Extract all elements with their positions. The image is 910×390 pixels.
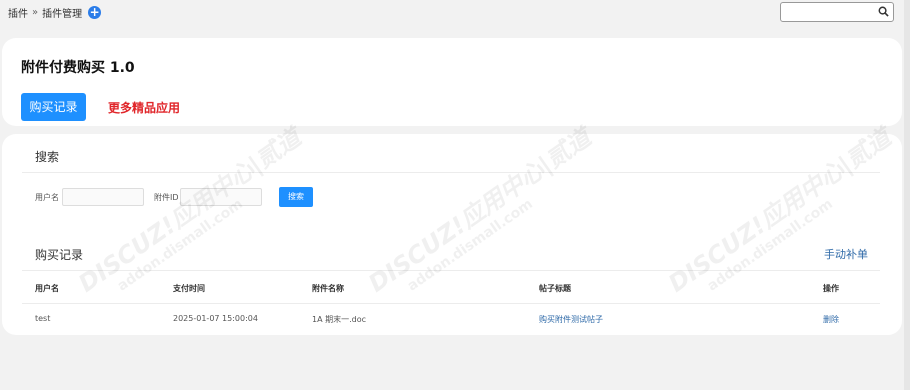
delete-link[interactable]: 删除 [823,314,839,325]
attachment-id-field[interactable] [180,188,262,206]
plugin-title: 附件付费购买 1.0 [21,60,135,76]
manual-add-link[interactable]: 手动补单 [824,246,868,262]
purchase-records-button[interactable]: 购买记录 [21,93,86,121]
more-apps-link[interactable]: 更多精品应用 [108,99,180,116]
cell-attachment-name: 1A 期末一.doc [312,315,367,324]
username-label: 用户名 [35,193,59,202]
column-header-username: 用户名 [35,284,59,293]
column-header-attachment-name: 附件名称 [312,284,344,293]
attachment-id-label: 附件ID [154,193,179,202]
column-header-action: 操作 [823,284,839,293]
cell-thread-title-link[interactable]: 购买附件测试帖子 [539,314,603,325]
top-bar: 插件 » 插件管理 + [0,0,910,26]
search-section-title: 搜索 [35,150,60,164]
search-icon[interactable] [878,6,889,17]
breadcrumb: 插件 » 插件管理 + [8,5,102,20]
search-button[interactable]: 搜索 [279,187,313,207]
username-field[interactable] [62,188,144,206]
divider [22,303,880,304]
breadcrumb-plugin-management[interactable]: 插件管理 [42,5,82,20]
breadcrumb-plugins[interactable]: 插件 [8,5,28,20]
plus-circle-icon[interactable]: + [88,6,102,19]
scrollbar[interactable] [904,0,910,390]
search-box[interactable] [780,2,894,22]
cell-username: test [35,314,51,323]
divider [22,270,880,271]
column-header-thread-title: 帖子标题 [539,284,571,293]
breadcrumb-separator: » [32,7,39,18]
plugin-header-card: 附件付费购买 1.0 购买记录 更多精品应用 [2,38,902,126]
records-section-title: 购买记录 [35,248,84,262]
cell-pay-time: 2025-01-07 15:00:04 [173,314,258,323]
records-card: 搜索 用户名 附件ID 搜索 购买记录 手动补单 用户名 支付时间 附件名称 帖… [2,134,902,335]
search-input[interactable] [785,3,877,21]
column-header-pay-time: 支付时间 [173,284,205,293]
divider [22,172,880,173]
